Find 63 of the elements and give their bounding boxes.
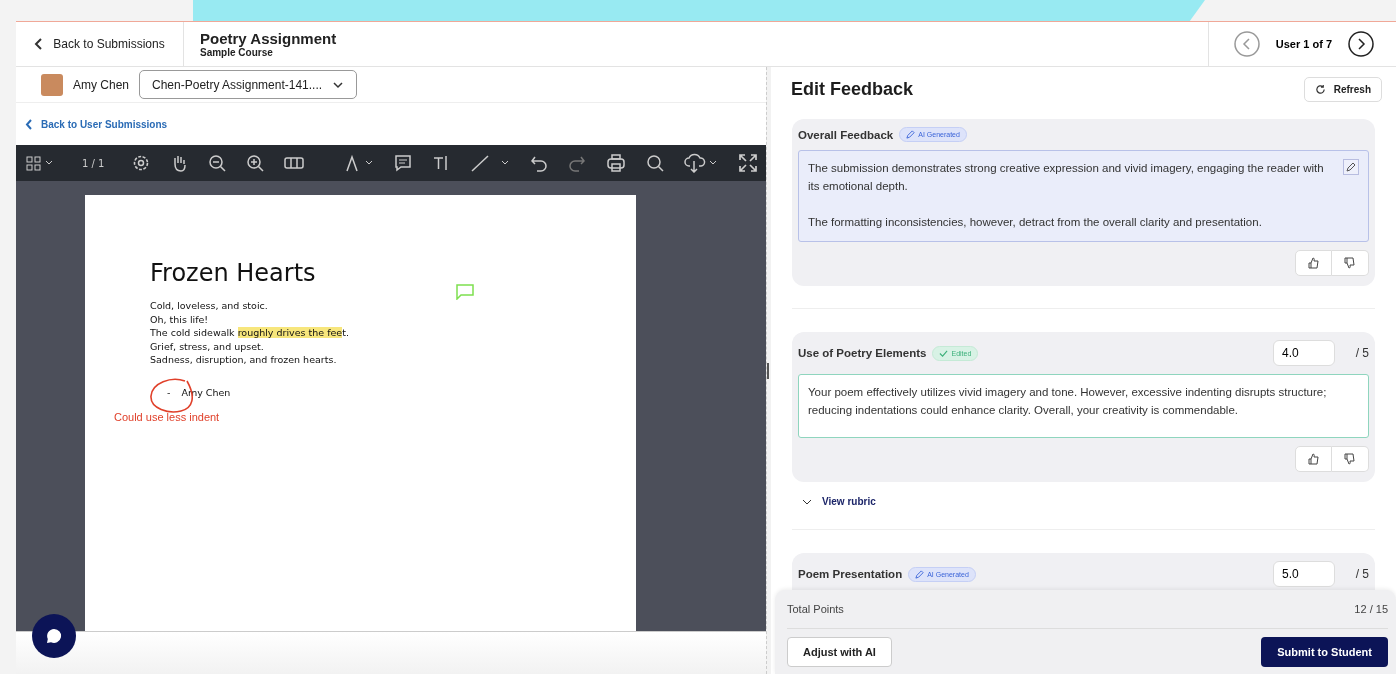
search-icon[interactable] bbox=[646, 154, 665, 172]
chevron-down-icon bbox=[802, 498, 812, 505]
poem-line: Cold, loveless, and stoic. bbox=[150, 299, 269, 313]
submit-button[interactable]: Submit to Student bbox=[1261, 636, 1388, 667]
next-icon[interactable] bbox=[1348, 31, 1374, 57]
chat-bubble-icon bbox=[46, 628, 62, 644]
section-title: Overall Feedback bbox=[798, 128, 894, 141]
grid-icon[interactable] bbox=[26, 155, 54, 171]
dash-mark: - bbox=[167, 387, 171, 398]
assignment-title: Poetry Assignment bbox=[200, 30, 337, 47]
annotation-text: Could use less indent bbox=[114, 410, 221, 423]
thumbs-up-button[interactable] bbox=[1295, 446, 1332, 472]
student-name: Amy Chen bbox=[73, 77, 130, 92]
poem-line: Oh, this life! bbox=[150, 312, 210, 326]
score-field[interactable]: 5.0 bbox=[1273, 561, 1335, 587]
course-name: Sample Course bbox=[200, 47, 274, 58]
total-points: 12 / 15 bbox=[1354, 603, 1388, 615]
adjust-button[interactable]: Adjust with AI bbox=[787, 636, 892, 667]
section-title: Poem Presentation bbox=[798, 568, 903, 580]
fullscreen-icon[interactable] bbox=[738, 153, 759, 173]
feedback-field[interactable]: The submission demonstrates strong creative expression and vivid imagery, engaging the reader with its emotional depth. The formatting inconsistencies, however, detract from the overall clarity and presentation. bbox=[798, 150, 1369, 242]
thumbs-down-icon bbox=[1344, 453, 1356, 465]
undo-icon[interactable] bbox=[530, 154, 549, 172]
refresh-button[interactable]: Refresh bbox=[1303, 76, 1382, 102]
user-counter: User 1 of 7 bbox=[1275, 38, 1332, 50]
poem-line: Sadness, disruption, and frozen hearts. bbox=[150, 353, 338, 367]
redo-icon[interactable] bbox=[568, 154, 587, 172]
thumbs-up-icon bbox=[1307, 453, 1320, 465]
cloud-download-icon[interactable] bbox=[684, 153, 719, 173]
columns-icon[interactable] bbox=[284, 156, 305, 170]
back-button[interactable]: Back to Submissions bbox=[16, 22, 184, 66]
pencil-icon[interactable] bbox=[1343, 159, 1359, 175]
zoom-in-icon[interactable] bbox=[246, 154, 265, 172]
chevron-left-icon bbox=[25, 118, 33, 130]
score-field[interactable]: 4.0 bbox=[1273, 340, 1335, 366]
poem-title: Frozen Hearts bbox=[150, 259, 317, 287]
poem-line: Grief, stress, and upset. bbox=[150, 339, 265, 353]
chevron-left-icon bbox=[34, 38, 45, 50]
page-counter: 1 / 1 bbox=[82, 157, 105, 169]
total-label: Total Points bbox=[787, 603, 844, 615]
avatar bbox=[41, 73, 63, 96]
chevron-down-icon bbox=[332, 80, 345, 89]
thumbs-down-icon bbox=[1344, 257, 1356, 269]
panel-title: Edit Feedback bbox=[791, 78, 914, 100]
refresh-icon bbox=[1314, 83, 1326, 95]
thumbs-up-button[interactable] bbox=[1295, 250, 1332, 276]
section-title: Use of Poetry Elements bbox=[798, 347, 927, 359]
print-icon[interactable] bbox=[606, 153, 627, 173]
previous-icon[interactable] bbox=[1233, 31, 1260, 57]
zoom-out-icon[interactable] bbox=[208, 154, 227, 172]
file-dropdown[interactable]: Chen-Poetry Assignment-141.... bbox=[139, 70, 358, 99]
max-score: / 5 bbox=[1354, 567, 1369, 581]
thumbs-up-icon bbox=[1307, 257, 1320, 269]
back-link[interactable]: Back to User Submissions bbox=[25, 118, 168, 130]
max-score: / 5 bbox=[1354, 346, 1369, 360]
line-tool-icon[interactable] bbox=[470, 154, 511, 172]
view-rubric-link[interactable]: View rubric bbox=[792, 482, 1375, 507]
comment-icon[interactable] bbox=[394, 154, 413, 172]
settings-icon[interactable] bbox=[132, 154, 151, 172]
thumbs-down-button[interactable] bbox=[1332, 446, 1369, 472]
pen-icon[interactable] bbox=[344, 154, 375, 172]
thumbs-down-button[interactable] bbox=[1332, 250, 1369, 276]
feedback-field[interactable]: Your poem effectively utilizes vivid imagery and tone. However, excessive indenting disrupts structure; reducing indentations could enhance clarity. Overall, your creativity is commendable. bbox=[798, 374, 1369, 438]
